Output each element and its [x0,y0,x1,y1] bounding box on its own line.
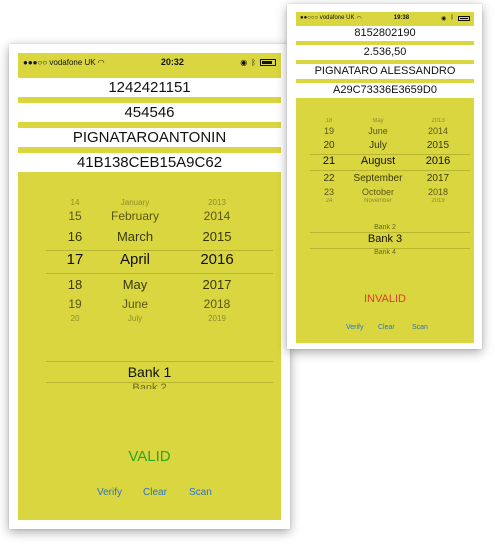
amount-field[interactable]: 454546 [18,103,281,122]
account-number-field[interactable]: 8152802190 [296,26,474,41]
date-picker-row: 18 May 2013 [325,118,445,124]
bluetooth-icon: ᛒ [450,15,454,21]
date-picker-selected-row: 17 April 2016 [18,251,281,271]
date-picker-row: 19 June 2018 [68,297,231,311]
scan-button[interactable]: Scan [412,324,428,331]
clear-button[interactable]: Clear [143,487,167,498]
validation-status: INVALID [364,293,406,305]
carrier-label: ●●●○○ vodafone UK [23,57,96,67]
clock-label: 19:38 [393,15,410,21]
bank-picker-option: Bank 2 [132,382,167,389]
status-bar: ●●●○○ vodafone UK ◠ 20:32 ◉ ᛒ [18,53,281,71]
bank-picker-option: Bank 2 [374,224,396,231]
validation-status: VALID [128,448,171,465]
account-number-field[interactable]: 1242421151 [18,78,281,97]
date-picker-row: 16 March 2015 [67,229,232,244]
code-field[interactable]: A29C73336E3659D0 [296,83,474,98]
date-picker-row: 20 July 2015 [323,140,450,151]
name-field[interactable]: PIGNATAROANTONIN [18,128,281,147]
selected-year: 2016 [200,251,234,268]
wifi-icon: ◠ [356,15,362,22]
bank-selection-line-top [46,361,273,362]
date-picker-row: 18 May 2017 [67,277,232,292]
clock-label: 20:32 [160,57,184,67]
left-screen: ●●●○○ vodafone UK ◠ 20:32 ◉ ᛒ 1242421151… [18,53,281,520]
bluetooth-icon: ᛒ [251,57,256,67]
code-field[interactable]: 41B138CEB15A9C62 [18,153,281,172]
clear-button[interactable]: Clear [378,324,395,331]
date-picker-row: 15 February 2014 [68,209,231,223]
bank-picker[interactable]: Bank 2 Bank 3 Bank 4 [296,224,474,258]
verify-button[interactable]: Verify [97,487,122,498]
scan-button[interactable]: Scan [189,487,212,498]
wifi-icon: ◠ [97,57,105,67]
carrier-label: ●●○○○ vodafone UK [300,15,355,21]
bottom-toolbar: Verify Clear Scan [296,324,474,336]
date-picker-row: 19 June 2014 [323,126,449,136]
bank-picker-selected: Bank 1 [127,364,172,380]
date-picker-row: 22 September 2017 [323,173,450,184]
left-screenshot-frame: ●●●○○ vodafone UK ◠ 20:32 ◉ ᛒ 1242421151… [9,44,290,529]
date-selection-line-bottom [46,273,273,274]
right-screen: ●●○○○ vodafone UK ◠ 19:38 ◉ ᛒ 8152802190… [296,12,474,343]
date-picker[interactable]: 18 May 2013 19 June 2014 20 July 2015 21… [296,118,474,206]
right-screenshot-frame: ●●○○○ vodafone UK ◠ 19:38 ◉ ᛒ 8152802190… [287,4,482,349]
selected-year: 2016 [425,155,451,167]
date-picker-row: 20 July 2019 [70,314,226,323]
date-picker-row: 24 November 2019 [325,198,445,204]
name-field[interactable]: PIGNATARO ALESSANDRO [296,64,474,79]
verify-button[interactable]: Verify [346,324,364,331]
bank-picker[interactable]: Bank 1 Bank 2 [18,361,281,401]
lock-icon: ◉ [240,57,248,67]
selected-day: 17 [66,251,84,268]
amount-field[interactable]: 2.536,50 [296,45,474,60]
date-picker-selected-row: 21 August 2016 [296,155,474,169]
battery-icon [457,15,470,21]
date-selection-line-bottom [310,170,470,171]
lock-icon: ◉ [441,15,447,22]
bottom-toolbar: Verify Clear Scan [18,487,281,503]
selected-month: April [119,251,150,268]
bank-picker-selected: Bank 3 [367,233,403,245]
date-picker-row: 14 January 2013 [70,198,226,207]
date-picker[interactable]: 14 January 2013 15 February 2014 16 Marc… [18,198,281,323]
selected-month: August [360,155,396,167]
battery-icon [259,58,276,66]
bank-picker-option: Bank 4 [374,249,396,255]
selected-day: 21 [322,155,336,167]
status-bar: ●●○○○ vodafone UK ◠ 19:38 ◉ ᛒ [296,12,474,24]
